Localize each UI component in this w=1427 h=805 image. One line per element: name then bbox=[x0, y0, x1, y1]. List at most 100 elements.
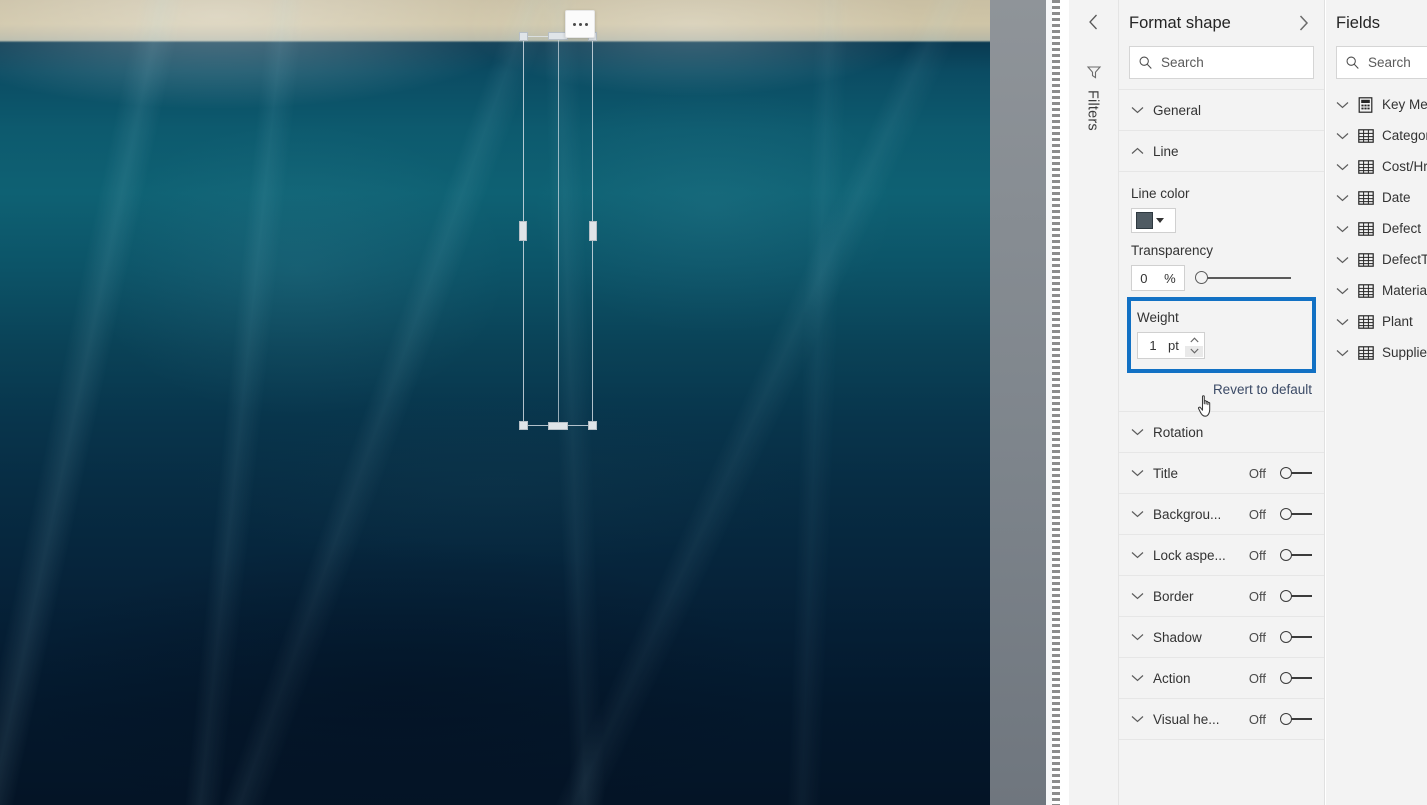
section-lock-aspect-toggle[interactable] bbox=[1280, 548, 1312, 562]
section-line[interactable]: Line bbox=[1119, 130, 1324, 171]
report-canvas[interactable] bbox=[0, 0, 1046, 805]
transparency-slider[interactable] bbox=[1195, 270, 1291, 286]
more-options-button[interactable] bbox=[565, 10, 595, 38]
ellipsis-dot-icon bbox=[578, 22, 582, 26]
toggle-track bbox=[1290, 595, 1312, 597]
section-visual-header-toggle[interactable] bbox=[1280, 712, 1312, 726]
fields-pane-header: Fields bbox=[1326, 0, 1427, 46]
transparency-input[interactable]: 0 % bbox=[1131, 265, 1185, 291]
section-shadow-state: Off bbox=[1248, 629, 1266, 645]
transparency-control: 0 % bbox=[1119, 265, 1324, 291]
pane-resize-divider[interactable] bbox=[1052, 0, 1060, 805]
section-general-label: General bbox=[1153, 102, 1202, 118]
format-pane-header: Format shape bbox=[1119, 0, 1324, 46]
section-border[interactable]: Border Off bbox=[1119, 575, 1324, 616]
filters-rail-label: Filters bbox=[1084, 90, 1101, 131]
section-background-label: Backgrou... bbox=[1153, 506, 1222, 522]
field-item-category[interactable]: Categor bbox=[1326, 120, 1427, 151]
toggle-track bbox=[1290, 554, 1312, 556]
revert-row: Revert to default bbox=[1119, 373, 1324, 411]
table-icon bbox=[1357, 158, 1374, 175]
toggle-knob bbox=[1280, 467, 1292, 479]
slider-thumb[interactable] bbox=[1195, 271, 1208, 284]
chevron-down-icon bbox=[1336, 132, 1349, 140]
field-item-material[interactable]: Materia bbox=[1326, 275, 1427, 306]
section-visual-header[interactable]: Visual he... Off bbox=[1119, 698, 1324, 739]
resize-handle-bottom-middle[interactable] bbox=[548, 422, 568, 430]
field-item-label: Date bbox=[1382, 190, 1411, 205]
line-section-body: Line color Transparency 0 % Weight 1 pt … bbox=[1119, 171, 1324, 411]
weight-value: 1 bbox=[1149, 338, 1157, 353]
selected-shape[interactable] bbox=[519, 32, 597, 430]
field-item-defect[interactable]: Defect bbox=[1326, 213, 1427, 244]
chevron-down-icon bbox=[1131, 106, 1144, 114]
filters-rail[interactable]: Filters bbox=[1069, 0, 1119, 805]
section-rotation[interactable]: Rotation bbox=[1119, 411, 1324, 452]
field-item-label: Cost/Hr bbox=[1382, 159, 1427, 174]
section-shadow-toggle[interactable] bbox=[1280, 630, 1312, 644]
weight-decrement-button[interactable] bbox=[1185, 345, 1203, 357]
fields-pane-title: Fields bbox=[1336, 13, 1381, 32]
section-title-state: Off bbox=[1248, 465, 1266, 481]
table-icon bbox=[1357, 251, 1374, 268]
chevron-down-icon bbox=[1336, 225, 1349, 233]
table-icon bbox=[1357, 127, 1374, 144]
field-item-label: Defect bbox=[1382, 221, 1422, 236]
toggle-sections-list: Rotation Title Off Backgrou... Off Lock … bbox=[1119, 411, 1324, 745]
weight-increment-button[interactable] bbox=[1185, 334, 1203, 346]
chevron-down-icon bbox=[1336, 287, 1349, 295]
toggle-knob bbox=[1280, 713, 1292, 725]
field-item-date[interactable]: Date bbox=[1326, 182, 1427, 213]
toggle-track bbox=[1290, 513, 1312, 515]
section-list-end-divider bbox=[1119, 739, 1324, 745]
measure-icon bbox=[1357, 96, 1374, 113]
section-border-toggle[interactable] bbox=[1280, 589, 1312, 603]
field-item-defect-type[interactable]: DefectT bbox=[1326, 244, 1427, 275]
section-action[interactable]: Action Off bbox=[1119, 657, 1324, 698]
table-icon bbox=[1357, 344, 1374, 361]
toggle-track bbox=[1290, 677, 1312, 679]
resize-handle-top-left[interactable] bbox=[519, 32, 528, 41]
expand-pane-button[interactable] bbox=[1290, 10, 1316, 36]
chevron-down-icon bbox=[1131, 715, 1144, 723]
chevron-down-icon bbox=[1131, 469, 1144, 477]
resize-handle-bottom-right[interactable] bbox=[588, 421, 597, 430]
field-item-label: Materia bbox=[1382, 283, 1427, 298]
chevron-left-icon bbox=[1089, 14, 1097, 30]
section-background-toggle[interactable] bbox=[1280, 507, 1312, 521]
field-item-label: DefectT bbox=[1382, 252, 1427, 267]
weight-stepper[interactable]: 1 pt bbox=[1137, 332, 1205, 359]
resize-handle-bottom-left[interactable] bbox=[519, 421, 528, 430]
field-item-plant[interactable]: Plant bbox=[1326, 306, 1427, 337]
line-shape[interactable] bbox=[557, 38, 559, 424]
field-item-label: Supplie bbox=[1382, 345, 1427, 360]
chevron-down-icon bbox=[1131, 510, 1144, 518]
line-color-picker[interactable] bbox=[1131, 208, 1176, 233]
chevron-down-icon bbox=[1336, 194, 1349, 202]
toggle-knob bbox=[1280, 549, 1292, 561]
section-lock-aspect[interactable]: Lock aspe... Off bbox=[1119, 534, 1324, 575]
fields-search-input[interactable]: Search bbox=[1336, 46, 1427, 79]
field-item-cost-hr[interactable]: Cost/Hr bbox=[1326, 151, 1427, 182]
field-item-label: Key Me bbox=[1382, 97, 1427, 112]
resize-handle-middle-left[interactable] bbox=[519, 221, 527, 241]
collapse-filters-button[interactable] bbox=[1082, 10, 1106, 34]
section-title-toggle[interactable] bbox=[1280, 466, 1312, 480]
format-search-input[interactable]: Search bbox=[1129, 46, 1314, 79]
revert-to-default-link[interactable]: Revert to default bbox=[1213, 382, 1312, 397]
transparency-unit: % bbox=[1164, 270, 1176, 286]
section-rotation-label: Rotation bbox=[1153, 424, 1204, 440]
field-item-supplier[interactable]: Supplie bbox=[1326, 337, 1427, 368]
section-background[interactable]: Backgrou... Off bbox=[1119, 493, 1324, 534]
field-item-key-measures[interactable]: Key Me bbox=[1326, 89, 1427, 120]
section-shadow-label: Shadow bbox=[1153, 629, 1202, 645]
funnel-icon bbox=[1084, 62, 1104, 82]
section-general[interactable]: General bbox=[1119, 89, 1324, 130]
color-swatch bbox=[1136, 212, 1153, 229]
section-shadow[interactable]: Shadow Off bbox=[1119, 616, 1324, 657]
table-icon bbox=[1357, 189, 1374, 206]
resize-handle-middle-right[interactable] bbox=[589, 221, 597, 241]
section-title[interactable]: Title Off bbox=[1119, 452, 1324, 493]
section-action-toggle[interactable] bbox=[1280, 671, 1312, 685]
section-lock-aspect-state: Off bbox=[1248, 547, 1266, 563]
